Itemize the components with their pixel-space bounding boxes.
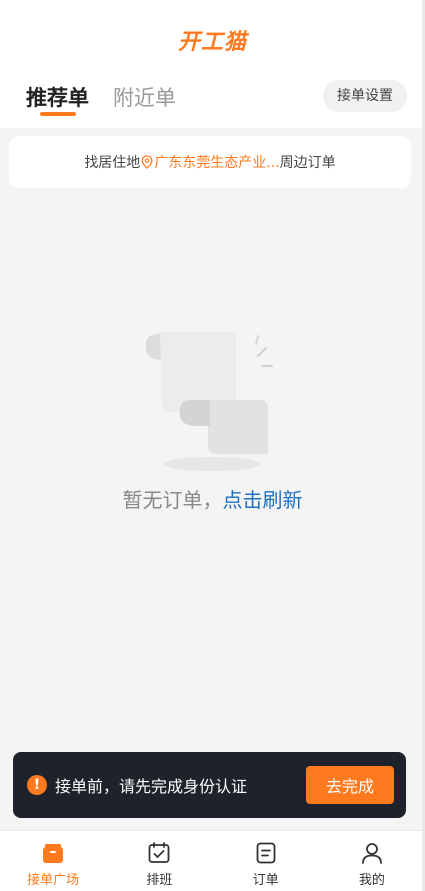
nav-item-profile[interactable]: 我的	[319, 831, 425, 891]
empty-state: 暂无订单，点击刷新	[0, 300, 425, 530]
tab-label: 附近单	[113, 86, 176, 110]
person-icon	[361, 843, 382, 864]
nav-label: 我的	[358, 873, 385, 888]
empty-document-icon	[145, 332, 273, 471]
location-address: 广东东莞生态产业...	[154, 155, 280, 171]
nav-label: 排班	[146, 873, 173, 888]
briefcase-icon	[43, 844, 64, 863]
location-suffix: 周边订单	[279, 155, 336, 171]
tab-label: 推荐单	[26, 86, 89, 110]
order-list-icon	[256, 842, 276, 864]
location-pin-icon	[141, 155, 153, 169]
tab-nearby[interactable]: 附近单	[113, 82, 176, 112]
empty-state-text: 暂无订单，	[122, 488, 223, 512]
nav-label: 接单广场	[27, 873, 80, 888]
location-filter-bar[interactable]: 找居住地 广东东莞生态产业... 周边订单	[9, 136, 411, 188]
order-settings-button[interactable]: 接单设置	[323, 80, 407, 112]
active-tab-indicator	[40, 112, 76, 116]
notice-text: 接单前，请先完成身份认证	[55, 777, 248, 796]
nav-item-order-square[interactable]: 接单广场	[0, 831, 106, 891]
calendar-check-icon	[148, 842, 170, 863]
app-logo: 开工猫	[177, 30, 247, 55]
tab-recommended[interactable]: 推荐单	[26, 82, 89, 116]
nav-label: 订单	[252, 873, 279, 888]
verification-notice-banner: ! 接单前，请先完成身份认证 去完成	[13, 752, 406, 818]
top-header: 开工猫 推荐单 附近单 接单设置	[0, 0, 425, 128]
empty-state-message: 暂无订单，点击刷新	[0, 484, 425, 513]
order-tabs: 推荐单 附近单	[26, 82, 200, 116]
location-prefix: 找居住地	[84, 155, 141, 171]
info-icon: !	[27, 775, 47, 795]
nav-item-schedule[interactable]: 排班	[106, 831, 212, 891]
complete-verification-button[interactable]: 去完成	[306, 766, 394, 804]
refresh-link[interactable]: 点击刷新	[223, 488, 303, 512]
bottom-navigation: 接单广场 排班 订单 我的	[0, 830, 425, 891]
nav-item-orders[interactable]: 订单	[213, 831, 319, 891]
